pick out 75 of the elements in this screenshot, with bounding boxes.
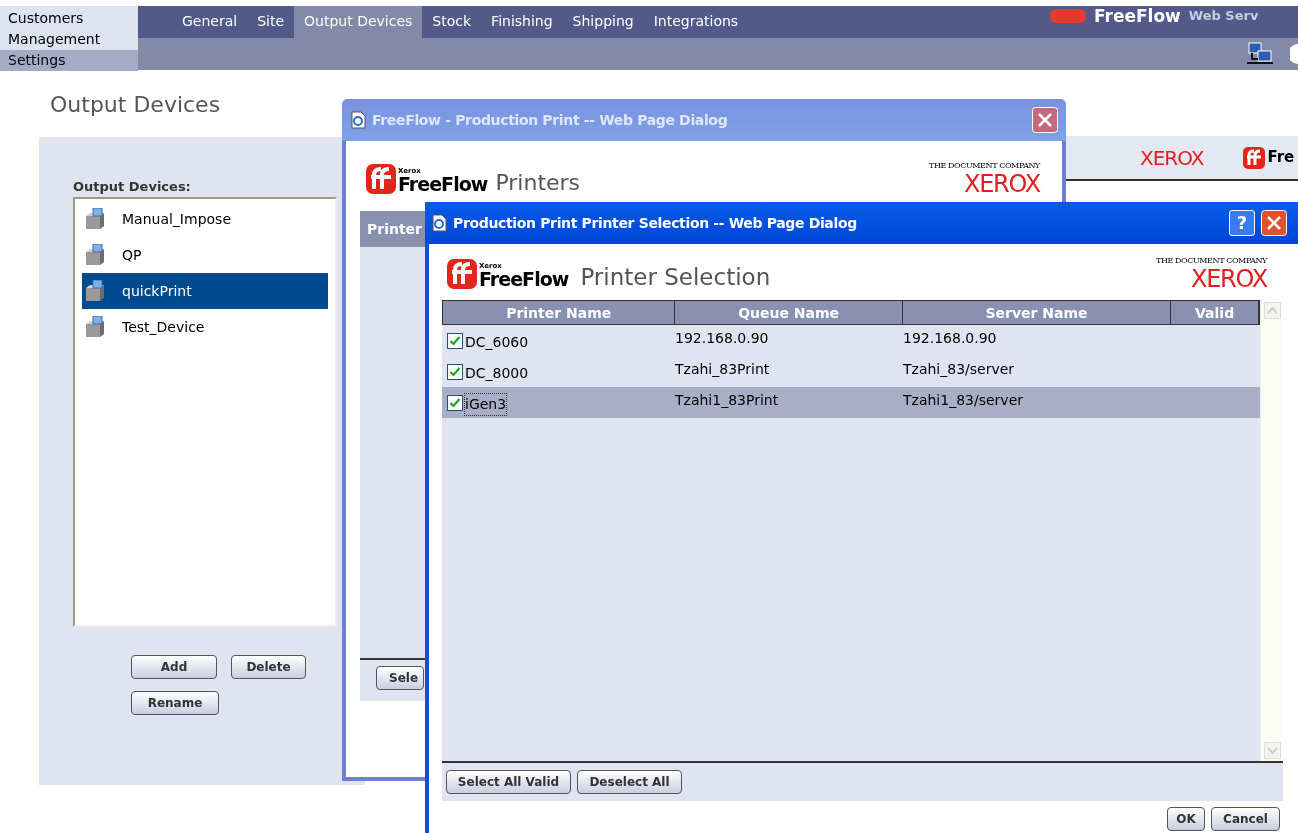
device-button[interactable]: Add [131,655,217,679]
tab[interactable]: General [172,6,248,38]
brand-name: FreeFlow [1094,6,1181,26]
xerox-logo: XEROX [1140,147,1204,168]
list-label: Output Devices: [73,179,191,195]
tab[interactable]: Site [247,6,295,38]
freeflow-logo-icon [1243,146,1266,169]
device-item[interactable]: quickPrint [82,273,328,309]
table-cell-text: Tzahi1_83Print [675,391,779,410]
device-name: Test_Device [122,317,205,337]
table-cell-text: 192.168.0.90 [675,329,769,348]
table-cell-text: Tzahi1_83/server [903,391,1023,410]
device-item[interactable]: QP [82,237,328,273]
table-cell-text: DC_6060 [465,333,529,352]
column-header: Server Name [902,301,1172,324]
select-button[interactable]: Sele [376,666,424,690]
checkbox[interactable] [447,394,463,411]
window-title: Production Print Printer Selection -- Web Page Dialog [453,213,858,233]
freeflow-logo-icon [447,259,477,289]
product-name: Web Serv [1188,8,1259,24]
brand-name: FreeFlow [398,175,488,194]
table-row[interactable]: DC_8000 Tzahi_83Print Tzahi_83/server [442,356,1260,387]
device-button[interactable]: Rename [131,691,219,715]
device-name: quickPrint [122,281,192,301]
tab[interactable]: Shipping [562,6,644,38]
brand-name: FreeFlow [479,270,569,289]
device-name: Manual_Impose [122,209,231,229]
dialog-heading: Printer Selection [580,266,771,289]
device-name: QP [122,245,142,265]
device-item[interactable]: Test_Device [82,309,328,345]
column-header: Queue Name [675,301,903,324]
dialog-button[interactable]: Cancel [1211,807,1280,831]
tagline: THE DOCUMENT COMPANY [1155,257,1267,265]
dialog-heading: Printers [495,172,581,194]
device-item[interactable]: Manual_Impose [82,201,328,237]
table-cell-text: Tzahi_83/server [903,360,1015,379]
page-icon [431,214,447,232]
device-button[interactable]: Delete [231,655,306,679]
network-icon [1246,42,1274,66]
table-cell-text: 192.168.0.90 [903,329,997,348]
table-button[interactable]: Deselect All [577,770,682,794]
nav-link[interactable]: Settings [0,50,138,71]
page-icon [350,111,366,129]
devices-list[interactable]: Manual_Impose QP quickPrint Test_Device [73,197,337,627]
table-row[interactable]: DC_6060 192.168.0.90 192.168.0.90 [442,325,1260,356]
close-icon[interactable] [1261,210,1287,236]
xerox-logo: XEROX [963,172,1040,196]
nav-link[interactable]: Management [8,29,138,50]
table-cell: iGen3 [465,394,507,415]
dialog-button[interactable]: OK [1167,807,1205,831]
page-title: Output Devices [50,92,221,118]
logo-icon [1050,9,1086,23]
table-cell-text: Tzahi_83Print [675,360,770,379]
column-header: Printer [367,219,423,239]
scroll-up-icon [1263,302,1281,319]
table-row[interactable]: iGen3 Tzahi1_83Print Tzahi1_83/server [442,387,1260,418]
table-button[interactable]: Select All Valid [446,770,571,794]
tab[interactable]: Finishing [481,6,563,38]
nav-link[interactable]: Customers [8,8,138,29]
table-cell-text: DC_8000 [465,364,529,383]
column-header: Printer Name [443,301,676,324]
freeflow-logo-icon [366,164,396,194]
scroll-down-icon [1263,742,1281,759]
brand-name: Fre [1267,150,1295,165]
tab[interactable]: Stock [422,6,482,38]
checkbox[interactable] [447,332,463,349]
close-icon [1032,107,1058,133]
tagline: THE DOCUMENT COMPANY [928,162,1040,170]
column-header: Valid [1171,301,1259,324]
scroll-bar[interactable] [1260,300,1283,761]
tab[interactable]: Integrations [643,6,749,38]
help-button[interactable]: ? [1229,210,1255,236]
xerox-logo: XEROX [1190,267,1267,291]
window-title: FreeFlow - Production Print -- Web Page Dialog [372,110,729,130]
checkbox[interactable] [447,363,463,380]
